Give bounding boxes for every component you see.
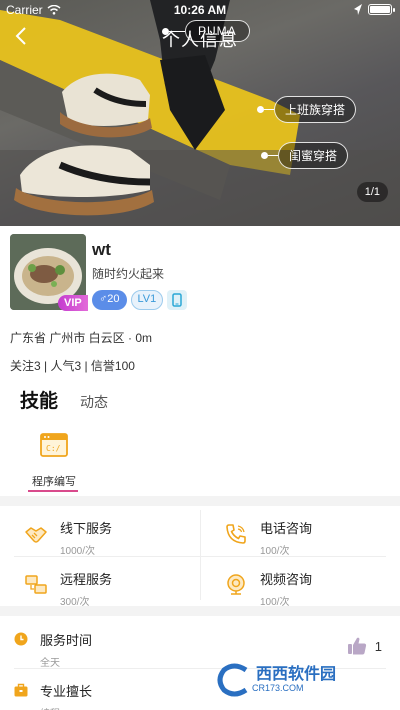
info-expertise: 专业擅长 编程 xyxy=(14,681,92,710)
watermark: 西西软件园 CR173.COM xyxy=(216,660,386,700)
service-price: 1000/次 xyxy=(60,546,96,557)
thumbs-up-icon xyxy=(347,637,366,655)
gender-age-badge: ♂20 xyxy=(92,290,127,310)
service-remote[interactable]: 远程服务 300/次 xyxy=(24,569,112,608)
photo-tag-office[interactable]: 上班族穿搭 xyxy=(257,96,357,123)
section-gap xyxy=(0,496,400,506)
skill-item[interactable]: C:/ 程序编写 xyxy=(28,432,80,489)
location-arrow-icon xyxy=(354,4,362,15)
tag-label: 闺蜜穿搭 xyxy=(278,142,349,169)
remote-screens-icon xyxy=(25,575,47,594)
stats-text: 关注3 | 人气3 | 信誉100 xyxy=(10,359,135,373)
status-bar: Carrier 10:26 AM xyxy=(0,0,400,20)
service-title: 视频咨询 xyxy=(260,572,313,587)
service-offline[interactable]: 线下服务 1000/次 xyxy=(24,518,112,557)
service-phone[interactable]: 电话咨询 100/次 xyxy=(224,518,312,557)
service-title: 线下服务 xyxy=(60,521,113,536)
service-title: 远程服务 xyxy=(60,572,113,587)
section-gap xyxy=(0,606,400,616)
code-window-icon: C:/ xyxy=(40,433,68,457)
tab-skills[interactable]: 技能 xyxy=(20,386,58,413)
info-value: 全天 xyxy=(40,658,60,669)
level-badge: LV1 xyxy=(130,290,164,310)
like-count: 1 xyxy=(374,638,382,654)
info-value: 编程 xyxy=(40,705,92,710)
briefcase-icon xyxy=(14,683,28,697)
tab-moments[interactable]: 动态 xyxy=(80,392,108,412)
photo-tag-bestie[interactable]: 闺蜜穿搭 xyxy=(261,142,349,169)
badge-row: ♂20 LV1 xyxy=(92,290,188,310)
vip-badge: VIP xyxy=(58,295,88,311)
hero-photo: Carrier 10:26 AM 个人信息 PUMA 上班族穿搭 闺蜜穿搭 1/… xyxy=(0,0,400,226)
page-counter: 1/1 xyxy=(356,182,388,202)
info-title: 服务时间 xyxy=(40,633,93,648)
signature: 随时约火起来 xyxy=(92,267,165,281)
tab-bar: 技能 动态 xyxy=(20,386,108,413)
grid-divider xyxy=(14,556,386,557)
watermark-logo xyxy=(217,663,248,697)
phone-icon xyxy=(226,524,246,544)
skill-selected-indicator xyxy=(28,490,78,492)
grid-divider xyxy=(200,510,201,600)
status-time: 10:26 AM xyxy=(173,3,227,17)
service-video[interactable]: 视频咨询 100/次 xyxy=(224,569,312,608)
like-button[interactable]: 1 xyxy=(347,637,382,655)
battery-icon xyxy=(368,4,395,15)
handshake-icon xyxy=(25,527,47,543)
info-service-time: 服务时间 全天 xyxy=(14,630,92,669)
skill-label: 程序编写 xyxy=(32,476,76,488)
service-title: 电话咨询 xyxy=(260,521,313,536)
tag-label: 上班族穿搭 xyxy=(274,96,357,123)
watermark-site: CR173.COM xyxy=(252,683,304,694)
phone-verified-icon xyxy=(167,290,188,310)
info-title: 专业擅长 xyxy=(40,684,93,699)
page-title: 个人信息 xyxy=(162,30,238,50)
service-price: 100/次 xyxy=(260,546,290,557)
camera-icon xyxy=(227,574,245,595)
svg-text:C:/: C:/ xyxy=(46,444,61,453)
watermark-brand: 西西软件园 xyxy=(256,665,337,683)
location-text: 广东省 广州市 白云区 · 0m xyxy=(10,331,153,345)
username: wt xyxy=(92,240,111,259)
clock-icon xyxy=(14,632,28,646)
